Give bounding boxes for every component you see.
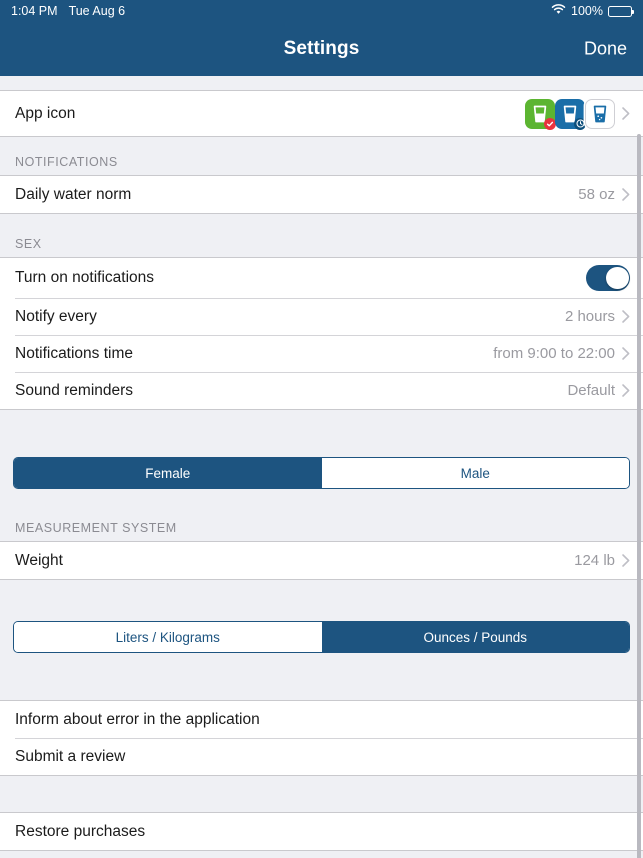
chevron-right-icon: [622, 554, 630, 567]
row-notifications-time[interactable]: Notifications time from 9:00 to 22:00: [0, 335, 643, 372]
turn-on-notifications-right: [586, 265, 630, 291]
daily-water-value: 58 oz: [578, 186, 615, 203]
segment-female[interactable]: Female: [14, 458, 322, 488]
weight-label: Weight: [15, 551, 63, 569]
inform-error-label: Inform about error in the application: [15, 710, 260, 728]
spacer-top: [0, 76, 643, 90]
segment-male[interactable]: Male: [321, 458, 629, 488]
section-header-measurement-system: MEASUREMENT SYSTEM: [0, 499, 643, 541]
sound-reminders-label: Sound reminders: [15, 381, 134, 399]
spacer-before-units-segment: [0, 580, 643, 612]
app-icon-options[interactable]: [525, 98, 615, 130]
sex-segment-wrap: Female Male: [0, 448, 643, 499]
battery-percent: 100%: [571, 4, 603, 18]
chevron-right-icon: [622, 310, 630, 323]
status-date: Tue Aug 6: [68, 4, 126, 18]
status-bar-right: 100%: [551, 4, 635, 18]
segment-ounces-pounds[interactable]: Ounces / Pounds: [321, 622, 629, 652]
daily-water-right: 58 oz: [578, 186, 630, 203]
sex-segmented-control[interactable]: Female Male: [13, 457, 630, 489]
app-icon-option-green[interactable]: [525, 98, 556, 130]
toggle-knob: [606, 266, 629, 290]
app-icon-option-white-selected[interactable]: [585, 98, 615, 129]
daily-water-group: Daily water norm 58 oz: [0, 175, 643, 214]
notify-every-right: 2 hours: [565, 308, 630, 325]
weight-right: 124 lb: [574, 552, 630, 569]
status-time: 1:04 PM: [11, 4, 58, 18]
chevron-right-icon: [622, 107, 630, 120]
app-icon-right: [525, 98, 630, 130]
daily-water-label: Daily water norm: [15, 185, 132, 203]
notifications-time-label: Notifications time: [15, 344, 134, 362]
weight-group: Weight 124 lb: [0, 541, 643, 580]
status-bar-left: 1:04 PM Tue Aug 6: [11, 4, 125, 18]
turn-on-notifications-label: Turn on notifications: [15, 269, 155, 286]
notification-settings-group: Turn on notifications Notify every 2 hou…: [0, 257, 643, 410]
settings-scroll-area[interactable]: App icon NOTIFICATIONS Daily water norm …: [0, 76, 643, 858]
chevron-right-icon: [622, 188, 630, 201]
chevron-right-icon: [622, 384, 630, 397]
notifications-time-right: from 9:00 to 22:00: [493, 345, 630, 362]
section-header-sex: SEX: [0, 214, 643, 257]
submit-review-label: Submit a review: [15, 747, 126, 765]
segment-liters-kilograms[interactable]: Liters / Kilograms: [14, 622, 322, 652]
row-notify-every[interactable]: Notify every 2 hours: [0, 298, 643, 335]
notifications-toggle[interactable]: [586, 265, 630, 291]
support-group: Inform about error in the application Su…: [0, 700, 643, 776]
done-button[interactable]: Done: [584, 39, 627, 60]
notify-every-value: 2 hours: [564, 308, 615, 325]
status-bar: 1:04 PM Tue Aug 6 100%: [0, 0, 643, 22]
units-segment-wrap: Liters / Kilograms Ounces / Pounds: [0, 612, 643, 663]
page-title: Settings: [283, 38, 360, 59]
sound-reminders-right: Default: [567, 382, 630, 399]
app-icon-label: App icon: [15, 104, 76, 122]
battery-icon: [608, 5, 635, 17]
app-icon-group: App icon: [0, 90, 643, 137]
row-submit-review[interactable]: Submit a review: [0, 738, 643, 775]
vertical-scrollbar[interactable]: [637, 134, 641, 858]
row-turn-on-notifications[interactable]: Turn on notifications: [0, 258, 643, 298]
chevron-right-icon: [622, 347, 630, 360]
spacer-before-sex-segment: [0, 410, 643, 448]
app-icon-option-blue[interactable]: [555, 98, 586, 130]
row-restore-purchases[interactable]: Restore purchases: [0, 813, 643, 850]
row-app-icon[interactable]: App icon: [0, 91, 643, 136]
notify-every-label: Notify every: [15, 307, 97, 325]
navigation-bar: Settings Done: [0, 22, 643, 76]
restore-group: Restore purchases: [0, 812, 643, 851]
wifi-icon: [551, 4, 566, 18]
sound-reminders-value: Default: [567, 382, 615, 399]
units-segmented-control[interactable]: Liters / Kilograms Ounces / Pounds: [13, 621, 630, 653]
row-daily-water-norm[interactable]: Daily water norm 58 oz: [0, 176, 643, 213]
row-inform-error[interactable]: Inform about error in the application: [0, 701, 643, 738]
row-weight[interactable]: Weight 124 lb: [0, 542, 643, 579]
weight-value: 124 lb: [574, 552, 615, 569]
spacer-before-support: [0, 663, 643, 700]
spacer-before-restore: [0, 776, 643, 812]
section-header-notifications: NOTIFICATIONS: [0, 137, 643, 175]
row-sound-reminders[interactable]: Sound reminders Default: [0, 372, 643, 409]
restore-purchases-label: Restore purchases: [15, 822, 146, 840]
notifications-time-value: from 9:00 to 22:00: [493, 345, 615, 362]
